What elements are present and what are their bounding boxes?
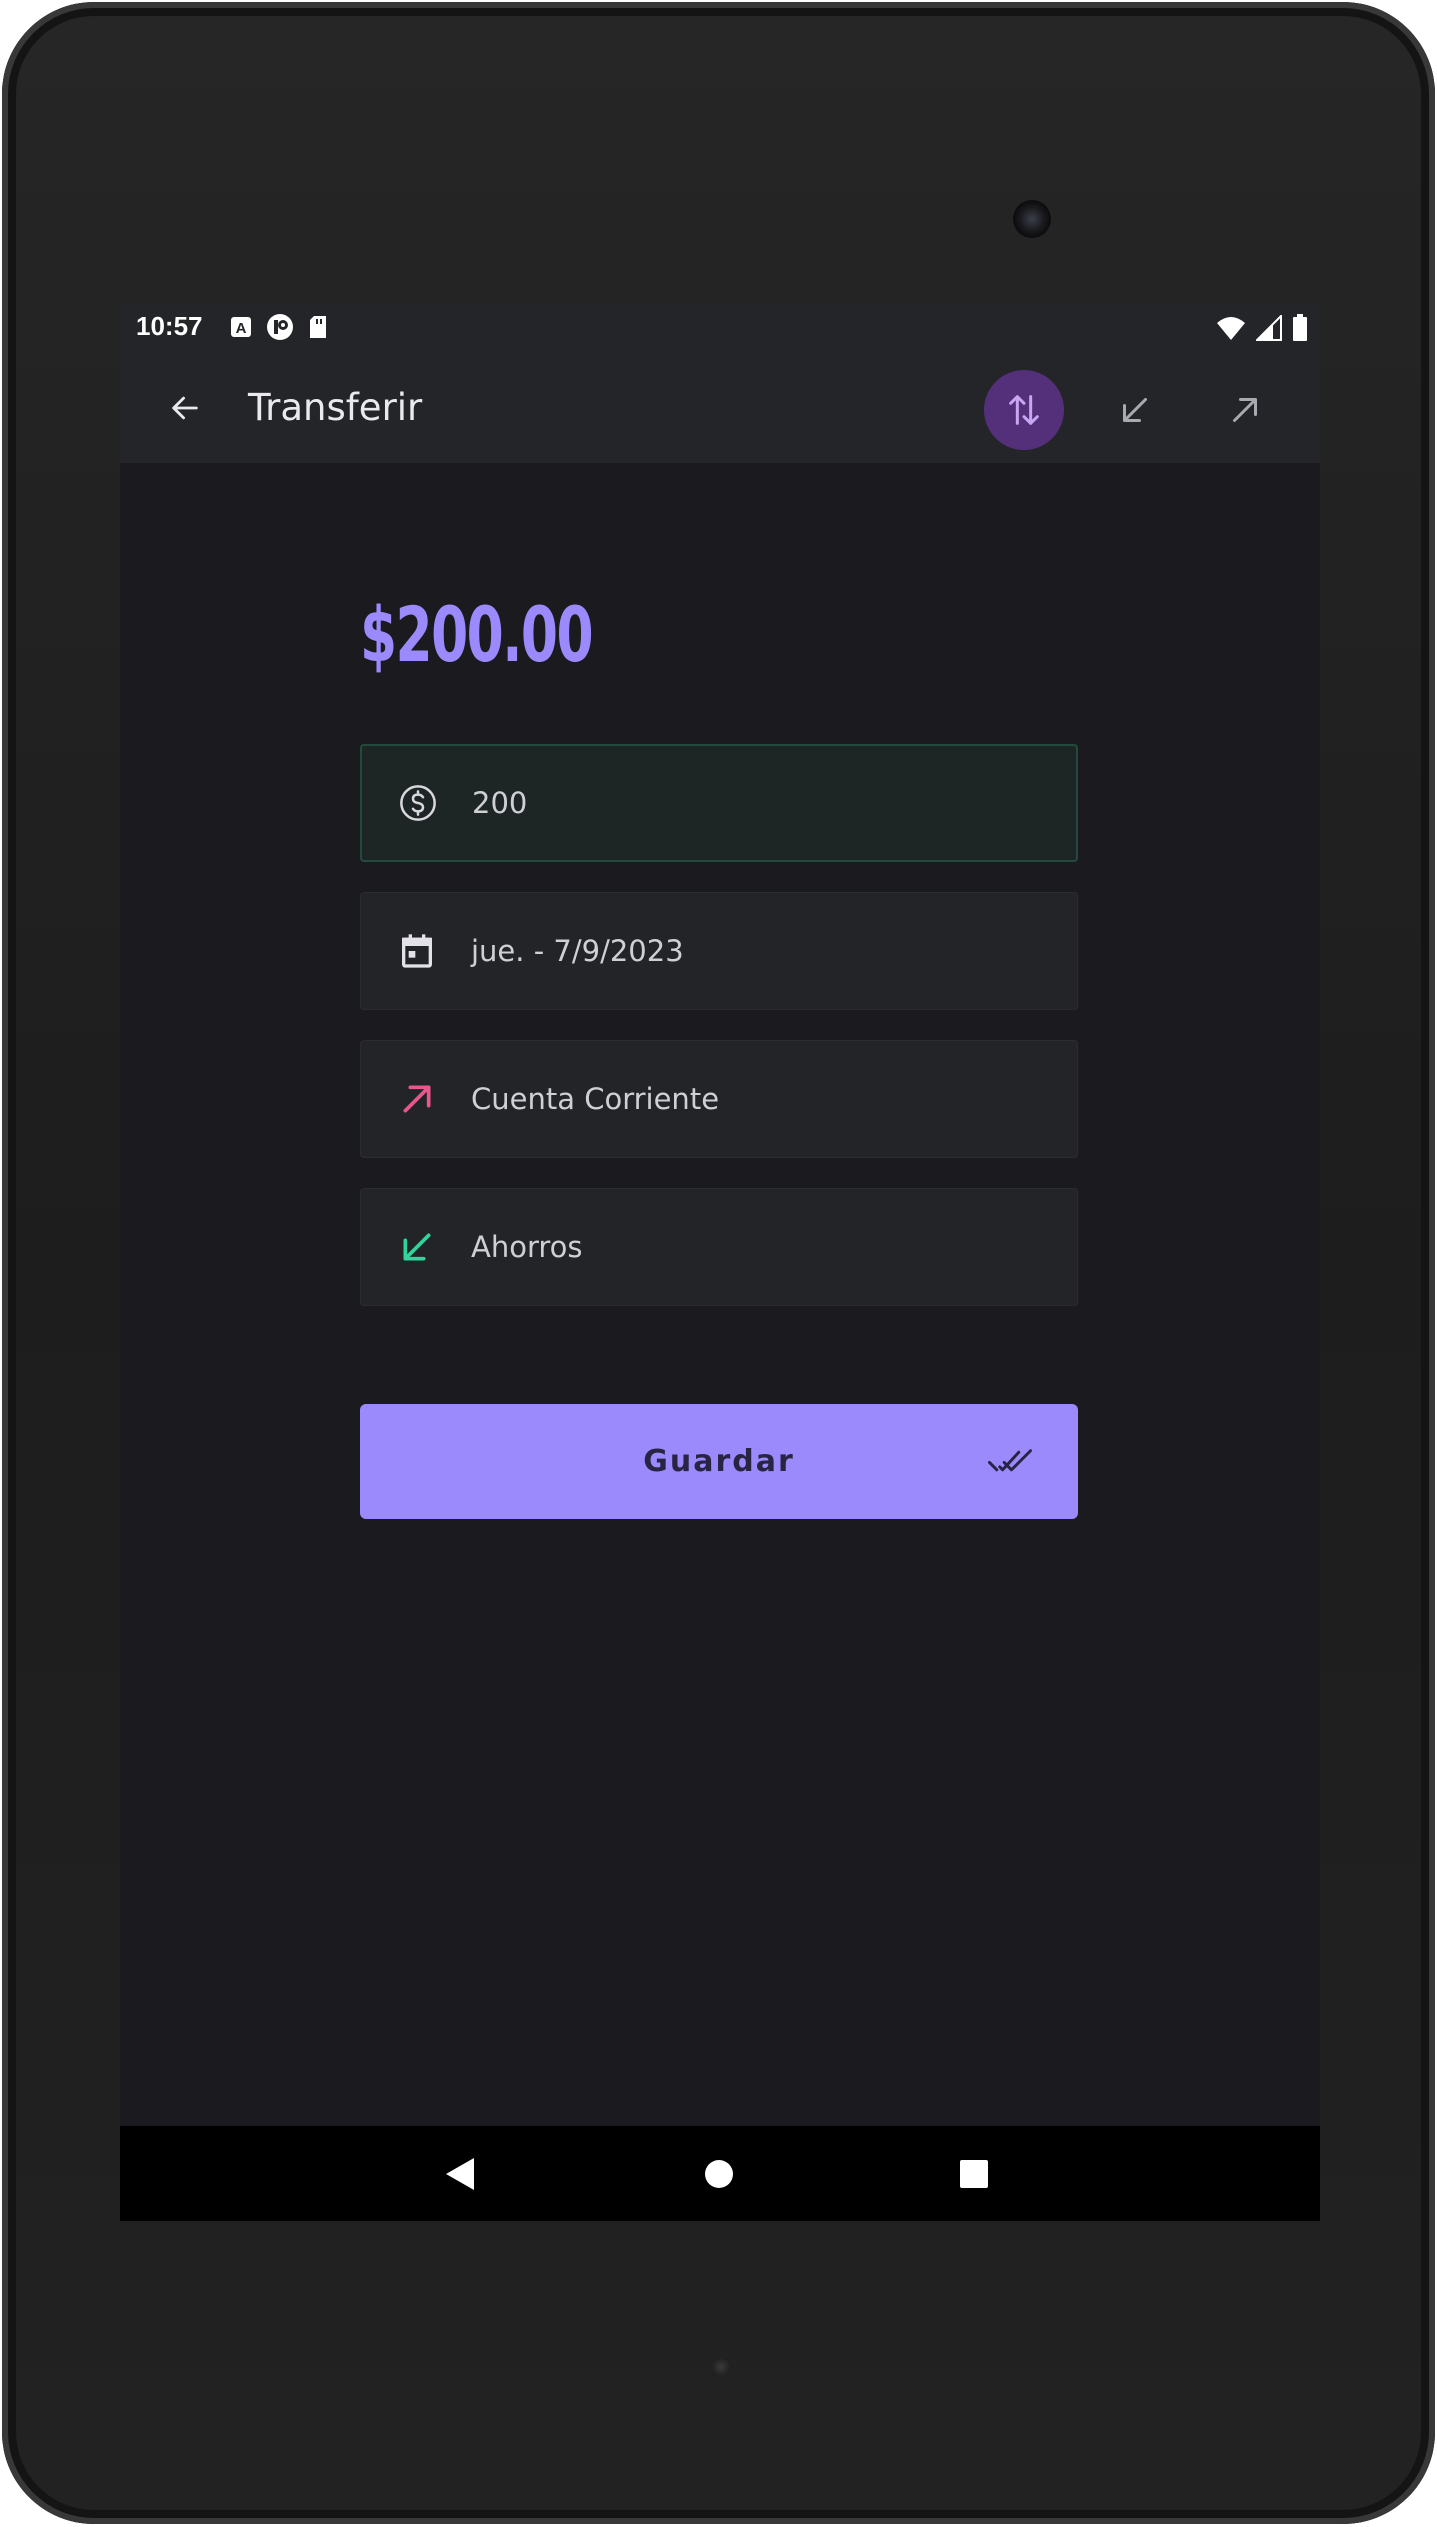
- page-title: Transferir: [248, 386, 423, 429]
- svg-text:A: A: [236, 320, 247, 337]
- date-field-value: jue. - 7/9/2023: [471, 934, 684, 968]
- light-sensor: [711, 2357, 731, 2377]
- app-screen: 10:57 A Transferir $200.00 200 jue. - 7/…: [120, 303, 1320, 2221]
- back-triangle-icon: [446, 2158, 474, 2190]
- tablet-frame: 10:57 A Transferir $200.00 200 jue. - 7/…: [2, 2, 1435, 2524]
- amount-field-value: 200: [472, 786, 528, 820]
- home-circle-icon: [705, 2160, 733, 2188]
- to-account-field[interactable]: Ahorros: [360, 1188, 1078, 1306]
- amount-display: $200.00: [360, 590, 594, 679]
- calendar-icon: [395, 929, 439, 973]
- nav-back-button[interactable]: [432, 2146, 488, 2202]
- nav-home-button[interactable]: [691, 2146, 747, 2202]
- top-app-bar: Transferir: [120, 353, 1320, 463]
- signal-icon: [1256, 315, 1282, 341]
- system-status-icons: [1216, 314, 1308, 342]
- front-camera: [1013, 200, 1051, 238]
- system-nav-bar: [120, 2126, 1320, 2221]
- arrow-down-left-icon: [395, 1225, 439, 1269]
- amount-field[interactable]: 200: [360, 744, 1078, 862]
- nav-recents-button[interactable]: [946, 2146, 1002, 2202]
- app-a-icon: A: [231, 317, 251, 337]
- expense-toggle-button[interactable]: [1205, 370, 1285, 450]
- arrow-up-right-icon: [395, 1077, 439, 1121]
- date-field[interactable]: jue. - 7/9/2023: [360, 892, 1078, 1010]
- from-account-value: Cuenta Corriente: [471, 1082, 720, 1116]
- arrow-down-left-icon: [1123, 398, 1147, 422]
- transfer-toggle-button[interactable]: [984, 370, 1064, 450]
- recents-square-icon: [960, 2160, 988, 2188]
- from-account-field[interactable]: Cuenta Corriente: [360, 1040, 1078, 1158]
- sd-card-icon: [310, 316, 326, 338]
- to-account-value: Ahorros: [471, 1230, 583, 1264]
- notification-icons: A: [230, 313, 328, 341]
- income-toggle-button[interactable]: [1095, 370, 1175, 450]
- arrow-up-right-icon: [1233, 398, 1257, 422]
- swap-vertical-icon: [1009, 395, 1039, 425]
- status-bar: 10:57 A: [120, 303, 1320, 353]
- save-button[interactable]: Guardar: [360, 1404, 1078, 1519]
- battery-icon: [1293, 314, 1307, 341]
- status-time: 10:57: [136, 311, 203, 341]
- save-button-label: Guardar: [643, 1444, 795, 1479]
- app-p-icon: [267, 314, 293, 340]
- back-button[interactable]: [160, 383, 210, 433]
- double-check-icon: [988, 1444, 1032, 1483]
- dollar-circle-icon: [396, 781, 440, 825]
- wifi-icon: [1217, 317, 1245, 340]
- arrow-left-icon: [172, 396, 198, 420]
